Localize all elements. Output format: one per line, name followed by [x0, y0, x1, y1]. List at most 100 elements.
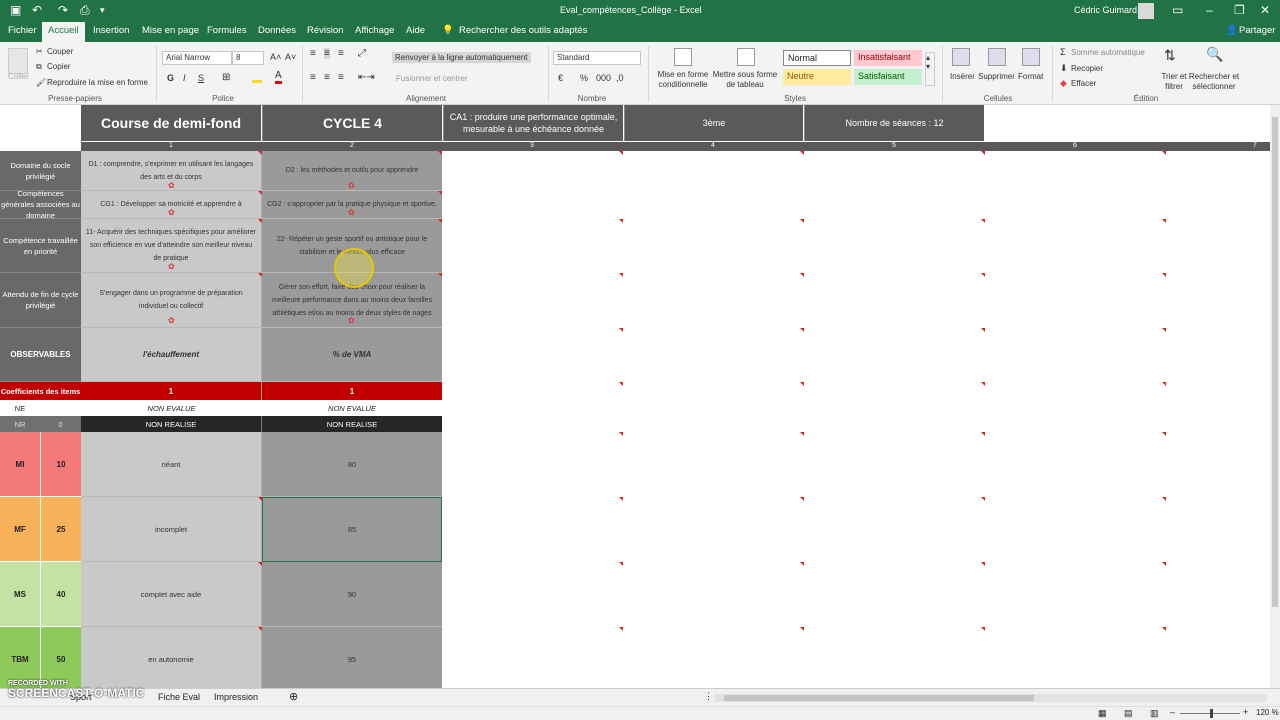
cut-icon[interactable]: ✂ — [36, 47, 43, 56]
level-cell-2-tbm[interactable]: 95 — [262, 627, 442, 688]
tab-insertion[interactable]: Insertion — [93, 25, 129, 36]
tab-aide[interactable]: Aide — [406, 25, 425, 36]
cut-button[interactable]: Couper — [47, 47, 73, 56]
nr-points[interactable]: 0 — [40, 416, 81, 432]
ribbon-display-icon[interactable]: ▭ — [1172, 3, 1183, 17]
page-break-icon[interactable]: ▥ — [1150, 708, 1159, 719]
row-label-attendu[interactable]: Attendu de fin de cycle privilégié — [0, 273, 81, 328]
find-select-icon[interactable]: 🔍 — [1206, 46, 1223, 63]
underline-button[interactable]: S — [198, 73, 204, 83]
nr-cell-2[interactable]: NON REALISE — [262, 416, 442, 432]
align-left-icon[interactable]: ≡ — [310, 72, 316, 83]
horizontal-scrollbar[interactable] — [714, 694, 1266, 702]
font-name-select[interactable]: Arial Narrow — [162, 51, 232, 65]
zoom-level[interactable]: 120 % — [1256, 708, 1279, 717]
decimal-icon[interactable]: ,0 — [616, 73, 624, 83]
sort-filter-icon[interactable]: ⇅ — [1164, 47, 1176, 64]
autosum-icon[interactable]: Σ — [1060, 47, 1066, 57]
conditional-format-icon[interactable] — [674, 48, 692, 66]
fill-icon[interactable]: ⬇ — [1060, 63, 1068, 74]
level-cell-1-tbm[interactable]: en autonomie — [81, 627, 262, 688]
tab-formules[interactable]: Formules — [207, 25, 247, 36]
level-cell-2-ms[interactable]: 90 — [262, 562, 442, 627]
level-code-mi[interactable]: MI — [0, 432, 40, 497]
tab-fichier[interactable]: Fichier — [8, 25, 37, 36]
avatar[interactable] — [1138, 3, 1154, 19]
user-name[interactable]: Cédric Guimard — [1074, 5, 1137, 15]
align-middle-icon[interactable]: ≡ — [324, 48, 330, 59]
vertical-scrollbar[interactable] — [1270, 105, 1280, 688]
level-code-tbm[interactable]: TBM — [0, 627, 40, 688]
scrollbar-thumb[interactable] — [1272, 117, 1278, 607]
scrollbar-thumb[interactable] — [724, 695, 1034, 701]
dropdown-icon[interactable]: ✿ — [168, 208, 175, 217]
borders-icon[interactable]: ⊞ — [222, 72, 230, 83]
style-neutral[interactable]: Neutre — [783, 69, 851, 85]
dropdown-icon[interactable]: ✿ — [168, 316, 175, 325]
row-label-competence-travaillee[interactable]: Compétence travaillée en priorité — [0, 219, 81, 273]
sheet-tab-fiche-eval[interactable]: Fiche Eval — [158, 692, 200, 702]
row-label-nr[interactable]: NR — [0, 416, 40, 432]
normal-view-icon[interactable]: ▦ — [1098, 708, 1107, 719]
paste-icon[interactable] — [8, 48, 28, 74]
tab-revision[interactable]: Révision — [307, 25, 343, 36]
number-format-select[interactable]: Standard — [553, 51, 641, 65]
sessions-cell[interactable]: Nombre de séances : 12 — [804, 105, 984, 141]
close-icon[interactable]: ✕ — [1260, 3, 1270, 17]
bold-button[interactable]: G — [167, 73, 174, 83]
autosum-button[interactable]: Somme automatique — [1071, 48, 1145, 57]
fill-color-icon[interactable] — [252, 73, 262, 83]
coef-cell-2[interactable]: 1 — [262, 382, 442, 400]
format-table-icon[interactable] — [737, 48, 755, 66]
coef-cell-1[interactable]: 1 — [81, 382, 262, 400]
insert-cells-icon[interactable] — [952, 48, 970, 66]
dropdown-icon[interactable]: ✿ — [348, 208, 355, 217]
tab-donnees[interactable]: Données — [258, 25, 296, 36]
style-bad[interactable]: Insatisfaisant — [854, 50, 922, 66]
tab-affichage[interactable]: Affichage — [355, 25, 394, 36]
level-points-tbm[interactable]: 50 — [40, 627, 81, 688]
align-center-icon[interactable]: ≡ — [324, 72, 330, 83]
align-bottom-icon[interactable]: ≡ — [338, 48, 344, 59]
observable-cell-2[interactable]: % de VMA — [262, 328, 442, 382]
worksheet[interactable]: Course de demi-fond CYCLE 4 CA1 : produi… — [0, 105, 1270, 688]
tab-mise-en-page[interactable]: Mise en page — [142, 25, 199, 36]
level-points-mi[interactable]: 10 — [40, 432, 81, 497]
insert-cells-button[interactable]: Insérer — [950, 72, 975, 81]
grow-font-icon[interactable]: A˄ — [270, 52, 281, 62]
shrink-font-icon[interactable]: A˅ — [285, 52, 296, 62]
level-code-mf[interactable]: MF — [0, 497, 40, 562]
paste-button[interactable]: Coller — [8, 72, 29, 81]
zoom-slider-thumb[interactable] — [1210, 709, 1213, 718]
level-cell-2-mf-selected[interactable]: 85 — [262, 497, 442, 562]
merge-center-button[interactable]: Fusionner et centrer — [396, 74, 468, 83]
find-select-button[interactable]: Rechercher et sélectionner — [1187, 72, 1241, 92]
fill-button[interactable]: Recopier — [1071, 64, 1103, 73]
dropdown-icon[interactable]: ✿ — [168, 181, 175, 190]
row-label-competences[interactable]: Compétences générales associées au domai… — [0, 191, 81, 219]
level-points-ms[interactable]: 40 — [40, 562, 81, 627]
level-cell[interactable]: 3ème — [624, 105, 803, 141]
nr-cell-1[interactable]: NON REALISE — [81, 416, 262, 432]
zoom-out-icon[interactable]: – — [1170, 707, 1175, 717]
dropdown-icon[interactable]: ✿ — [168, 262, 175, 271]
level-cell-1-ms[interactable]: complet avec aide — [81, 562, 262, 627]
level-points-mf[interactable]: 25 — [40, 497, 81, 562]
copy-icon[interactable]: ⧉ — [36, 62, 42, 72]
tab-split-handle-icon[interactable]: ⋮ — [704, 691, 713, 702]
format-table-button[interactable]: Mettre sous forme de tableau — [712, 70, 778, 90]
style-normal[interactable]: Normal — [783, 50, 851, 66]
level-cell-1-mi[interactable]: néant — [81, 432, 262, 497]
format-painter-button[interactable]: Reproduire la mise en forme — [47, 78, 148, 87]
tab-accueil[interactable]: Accueil — [42, 22, 85, 42]
cycle-cell[interactable]: CYCLE 4 — [262, 105, 442, 141]
ne-cell-2[interactable]: NON EVALUE — [262, 400, 442, 416]
redo-icon[interactable]: ↷ — [58, 3, 68, 17]
copy-button[interactable]: Copier — [47, 62, 71, 71]
ca-cell[interactable]: CA1 : produire une performance optimale,… — [443, 105, 623, 141]
add-sheet-icon[interactable]: ⊕ — [289, 690, 298, 703]
align-right-icon[interactable]: ≡ — [338, 72, 344, 83]
percent-icon[interactable]: % — [580, 73, 588, 83]
observable-cell-1[interactable]: l'échauffement — [81, 328, 262, 382]
row-label-domaine[interactable]: Domaine du socle privilégié — [0, 151, 81, 191]
